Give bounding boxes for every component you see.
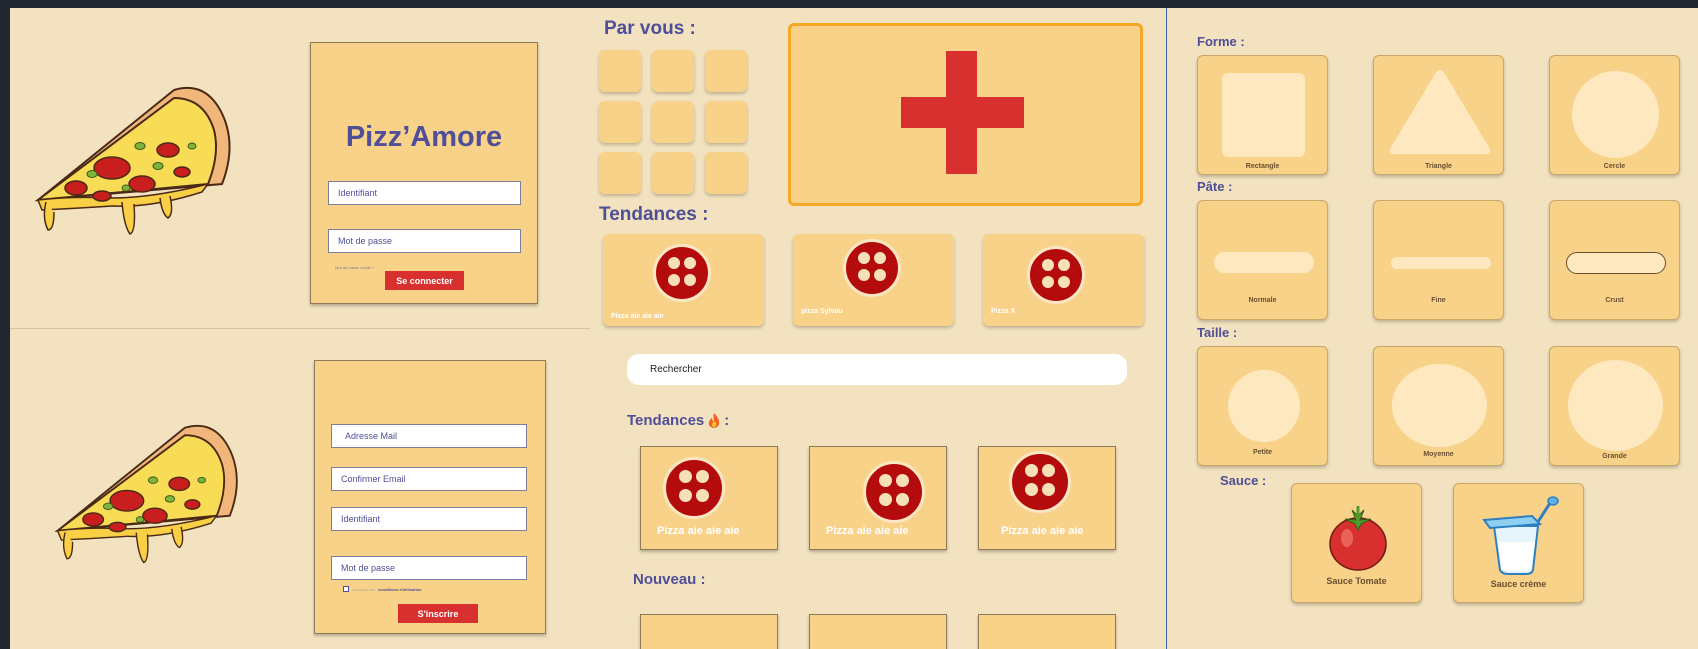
taille-heading: Taille : (1197, 325, 1238, 340)
shape-option-label: Cercle (1603, 163, 1626, 170)
forgot-password-link[interactable]: Mot de passe oublié ? (335, 265, 374, 270)
size-option-label: Moyenne (1423, 451, 1454, 458)
dough-option-crust[interactable]: Crust (1549, 200, 1680, 320)
search-input[interactable]: Rechercher (627, 354, 1127, 385)
shape-option-circle[interactable]: Cercle (1549, 55, 1680, 175)
new-pizza-card[interactable] (809, 614, 947, 649)
size-option-petite[interactable]: Petite (1197, 346, 1328, 466)
colon-text: : (724, 412, 730, 429)
size-option-grande[interactable]: Grande (1549, 346, 1680, 466)
shape-option-label: Rectangle (1245, 163, 1280, 170)
forme-heading: Forme : (1197, 34, 1245, 49)
signup-card: Adresse Mail Confirmer Email Identifiant… (314, 360, 546, 634)
medium-size-icon (1392, 364, 1487, 447)
custom-pizza-tile[interactable] (652, 50, 694, 92)
sauce-option-creme[interactable]: Sauce crème (1453, 483, 1584, 603)
trend-card-label: Pizza X (991, 308, 1016, 315)
trend-card[interactable]: Pizza aie aie aie (603, 234, 764, 326)
pizza-slice-icon (32, 84, 250, 244)
custom-pizza-tile[interactable] (599, 101, 641, 143)
crust-dough-icon (1566, 252, 1666, 274)
login-card: Pizz’Amore Identifiant Mot de passe Mot … (310, 42, 538, 304)
shape-option-triangle[interactable]: Triangle (1373, 55, 1504, 175)
small-size-icon (1228, 370, 1300, 442)
trend-card[interactable]: pizza Sylvau (793, 234, 954, 326)
custom-pizza-tile[interactable] (652, 152, 694, 194)
pepperoni-icon (843, 239, 901, 297)
app-title: Pizz’Amore (345, 121, 503, 153)
search-trend-card[interactable]: Pizza aie aie aie (640, 446, 778, 550)
dough-option-normale[interactable]: Normale (1197, 200, 1328, 320)
pepperoni-icon (863, 461, 925, 523)
tomato-icon (1327, 506, 1389, 572)
search-trend-label: Pizza aie aie aie (657, 525, 740, 537)
large-size-icon (1568, 360, 1663, 451)
nouveau-heading: Nouveau : (633, 571, 706, 588)
custom-pizza-tile[interactable] (705, 50, 747, 92)
size-option-label: Petite (1252, 449, 1273, 456)
custom-pizza-tile[interactable] (599, 152, 641, 194)
custom-pizza-tile[interactable] (705, 101, 747, 143)
dough-option-label: Fine (1431, 297, 1446, 304)
new-pizza-card[interactable] (640, 614, 778, 649)
signup-button[interactable]: S'inscrire (398, 604, 478, 623)
trend-card-label: Pizza aie aie aie (611, 313, 664, 320)
size-option-moyenne[interactable]: Moyenne (1373, 346, 1504, 466)
login-button[interactable]: Se connecter (385, 271, 464, 290)
dough-option-label: Crust (1605, 297, 1624, 304)
new-pizza-card[interactable] (978, 614, 1116, 649)
terms-link[interactable]: conditions d'utilisation (378, 587, 422, 592)
size-option-label: Grande (1602, 453, 1627, 460)
terms-checkbox[interactable] (343, 586, 349, 592)
fire-icon (707, 412, 721, 429)
pizza-slice-icon (52, 422, 256, 572)
pepperoni-icon (1027, 246, 1085, 304)
signup-confirm-email-input[interactable]: Confirmer Email (331, 467, 527, 491)
normal-dough-icon (1214, 252, 1314, 273)
search-trend-label: Pizza aie aie aie (826, 525, 909, 537)
search-trend-card[interactable]: Pizza aie aie aie (978, 446, 1116, 550)
signup-id-input[interactable]: Identifiant (331, 507, 527, 531)
search-trend-card[interactable]: Pizza aie aie aie (809, 446, 947, 550)
plus-icon (901, 51, 1024, 174)
cream-cup-icon (1482, 496, 1560, 576)
pepperoni-icon (1009, 451, 1071, 513)
builder-panel: Forme : Rectangle Triangle Cercle Pâte :… (1167, 8, 1698, 649)
pate-heading: Pâte : (1197, 179, 1233, 194)
search-trend-label: Pizza aie aie aie (1001, 525, 1084, 537)
custom-pizza-tile[interactable] (599, 50, 641, 92)
search-tendances-label: Tendances (627, 412, 705, 429)
circle-shape-icon (1572, 71, 1659, 158)
auth-panel: Pizz’Amore Identifiant Mot de passe Mot … (10, 8, 590, 649)
trend-card[interactable]: Pizza X (983, 234, 1144, 326)
section-divider (10, 328, 590, 329)
create-pizza-button[interactable] (788, 23, 1143, 206)
tendances-heading: Tendances : (599, 204, 709, 225)
pepperoni-icon (653, 244, 711, 302)
pepperoni-icon (663, 457, 725, 519)
fine-dough-icon (1391, 257, 1491, 269)
sauce-option-label: Sauce crème (1490, 579, 1547, 589)
sauce-option-tomate[interactable]: Sauce Tomate (1291, 483, 1422, 603)
signup-email-input[interactable]: Adresse Mail (331, 424, 527, 448)
shape-option-rectangle[interactable]: Rectangle (1197, 55, 1328, 175)
login-id-input[interactable]: Identifiant (328, 181, 521, 205)
triangle-shape-icon (1386, 67, 1494, 157)
custom-pizza-tile[interactable] (652, 101, 694, 143)
dough-option-label: Normale (1248, 297, 1277, 304)
sauce-option-label: Sauce Tomate (1326, 576, 1387, 586)
dough-option-fine[interactable]: Fine (1373, 200, 1504, 320)
login-password-input[interactable]: Mot de passe (328, 229, 521, 253)
trend-card-label: pizza Sylvau (801, 308, 843, 315)
terms-prefix: J'accepte les (352, 586, 375, 592)
home-panel: Par vous : Tendances : Pizza aie aie aie (590, 8, 1166, 649)
signup-password-input[interactable]: Mot de passe (331, 556, 527, 580)
search-tendances-heading: Tendances : (627, 412, 729, 429)
par-vous-heading: Par vous : (604, 18, 696, 39)
shape-option-label: Triangle (1425, 163, 1452, 170)
terms-row: J'accepte les conditions d'utilisation (343, 585, 422, 593)
custom-pizza-tile[interactable] (705, 152, 747, 194)
sauce-heading: Sauce : (1220, 473, 1267, 488)
rectangle-shape-icon (1222, 73, 1305, 157)
